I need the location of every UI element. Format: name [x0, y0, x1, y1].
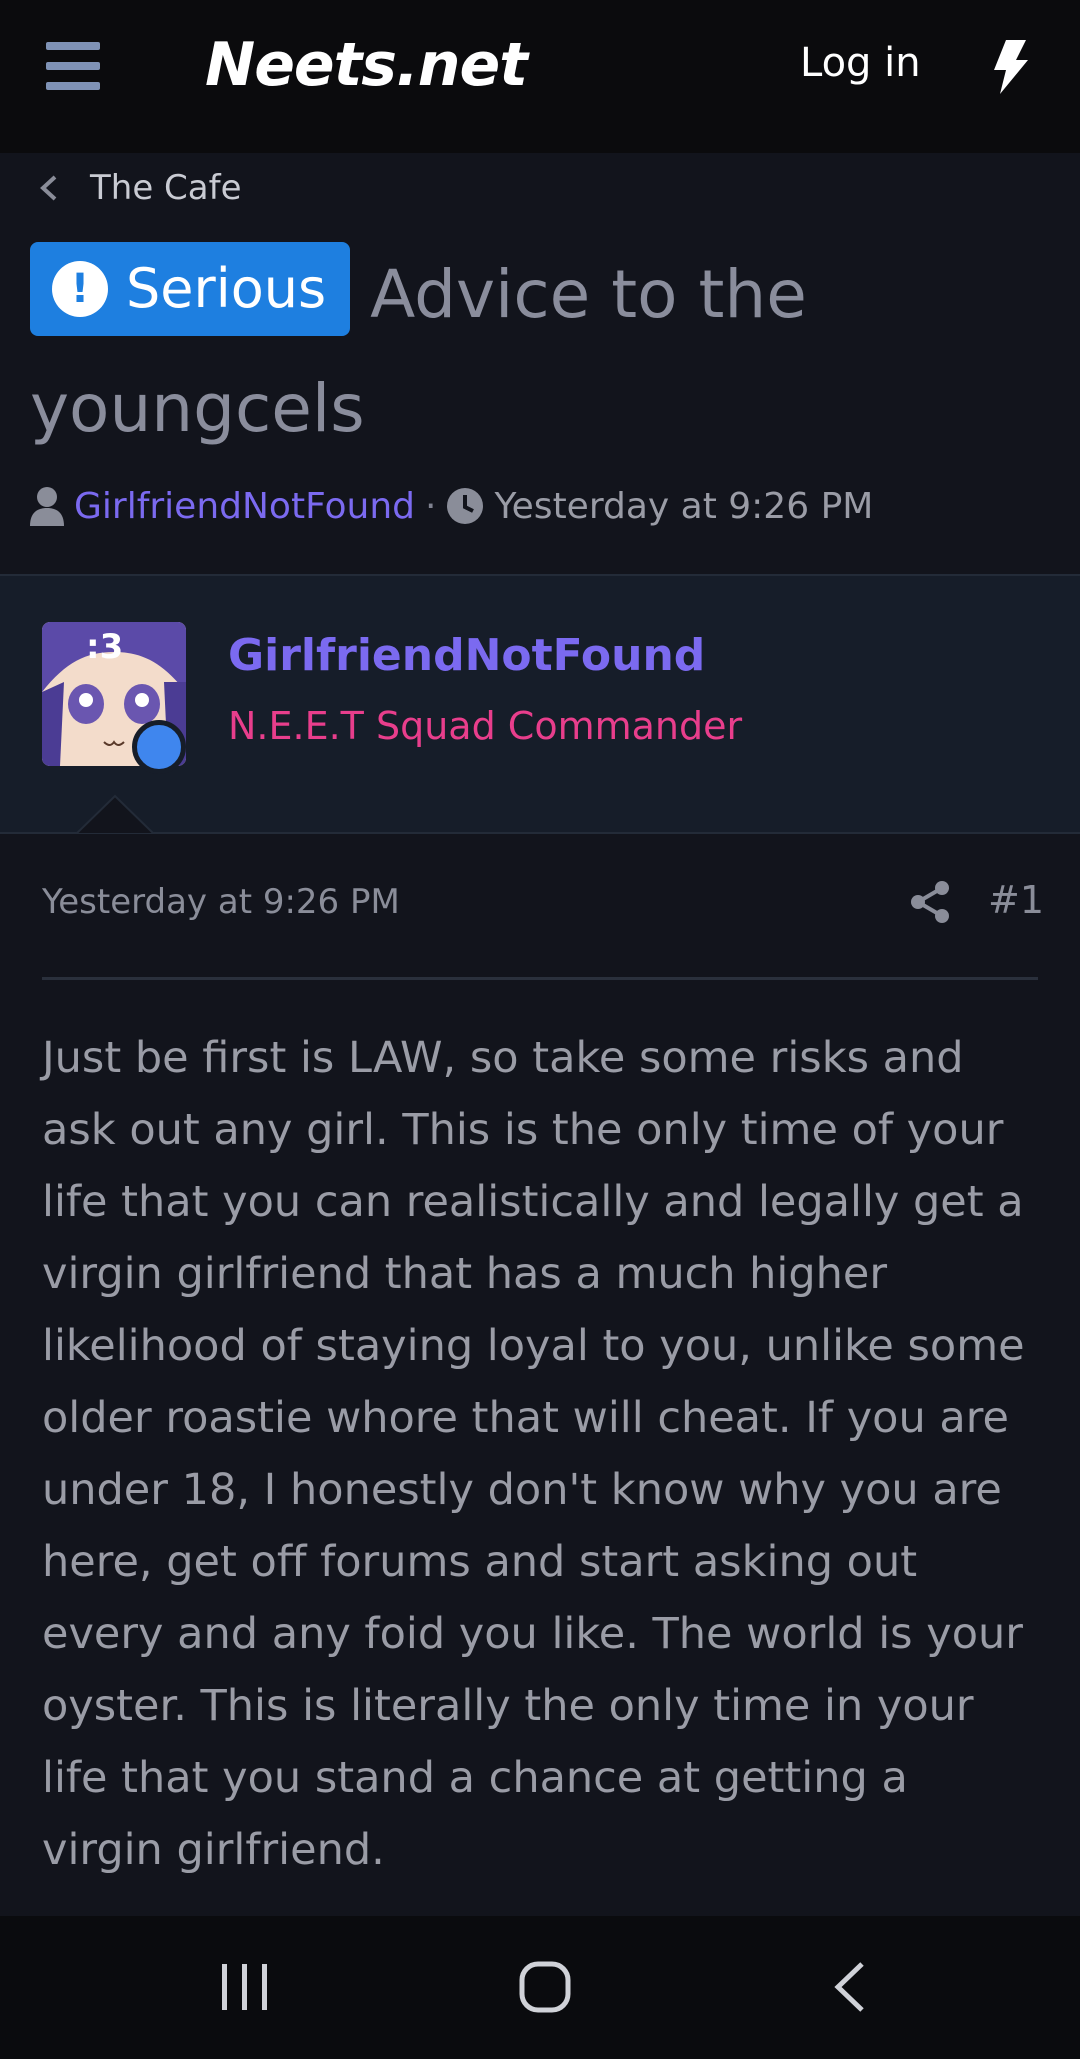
online-status-indicator: [132, 720, 186, 774]
thread-meta: GirlfriendNotFound · Yesterday at 9:26 P…: [30, 478, 873, 534]
site-logo[interactable]: Neets.net: [205, 30, 528, 100]
exclamation-icon: !: [52, 260, 108, 317]
user-title: N.E.E.T Squad Commander: [228, 704, 743, 748]
svg-text::3: :3: [86, 627, 123, 667]
recent-apps-icon[interactable]: [218, 1962, 272, 2012]
thread-header: ! Serious Advice to the youngcels: [30, 238, 1060, 466]
serious-prefix-badge[interactable]: ! Serious: [30, 241, 351, 336]
post-body: Just be first is LAW, so take some risks…: [42, 1033, 1025, 1875]
thread-time[interactable]: Yesterday at 9:26 PM: [494, 486, 873, 527]
back-icon[interactable]: [830, 1960, 870, 2014]
meta-separator: ·: [425, 485, 437, 527]
chevron-left-icon: [40, 175, 57, 201]
avatar[interactable]: :3: [42, 622, 186, 774]
system-nav-bar: [0, 1916, 1080, 2059]
breadcrumb-label: The Cafe: [90, 168, 242, 208]
hamburger-menu-icon[interactable]: [46, 42, 102, 94]
top-bar: Neets.net Log in: [0, 0, 1080, 153]
post-divider: [42, 977, 1038, 980]
thread-title-line: ! Serious Advice to the youngcels: [30, 238, 1060, 466]
panel-pointer: [76, 794, 154, 834]
post-number-link[interactable]: #1: [988, 878, 1044, 922]
post-user-panel: :3 GirlfriendNotFound N.E.E.T Squad Comm…: [0, 574, 1080, 834]
share-icon[interactable]: [910, 880, 950, 924]
user-icon: [30, 487, 64, 526]
login-button[interactable]: Log in: [800, 40, 921, 86]
breadcrumb[interactable]: The Cafe: [38, 160, 242, 216]
bolt-icon[interactable]: [988, 40, 1032, 94]
post-username[interactable]: GirlfriendNotFound: [228, 630, 705, 681]
thread-author-link[interactable]: GirlfriendNotFound: [74, 486, 415, 527]
home-icon[interactable]: [518, 1960, 572, 2014]
post-date[interactable]: Yesterday at 9:26 PM: [42, 882, 400, 922]
clock-icon: [447, 488, 484, 524]
